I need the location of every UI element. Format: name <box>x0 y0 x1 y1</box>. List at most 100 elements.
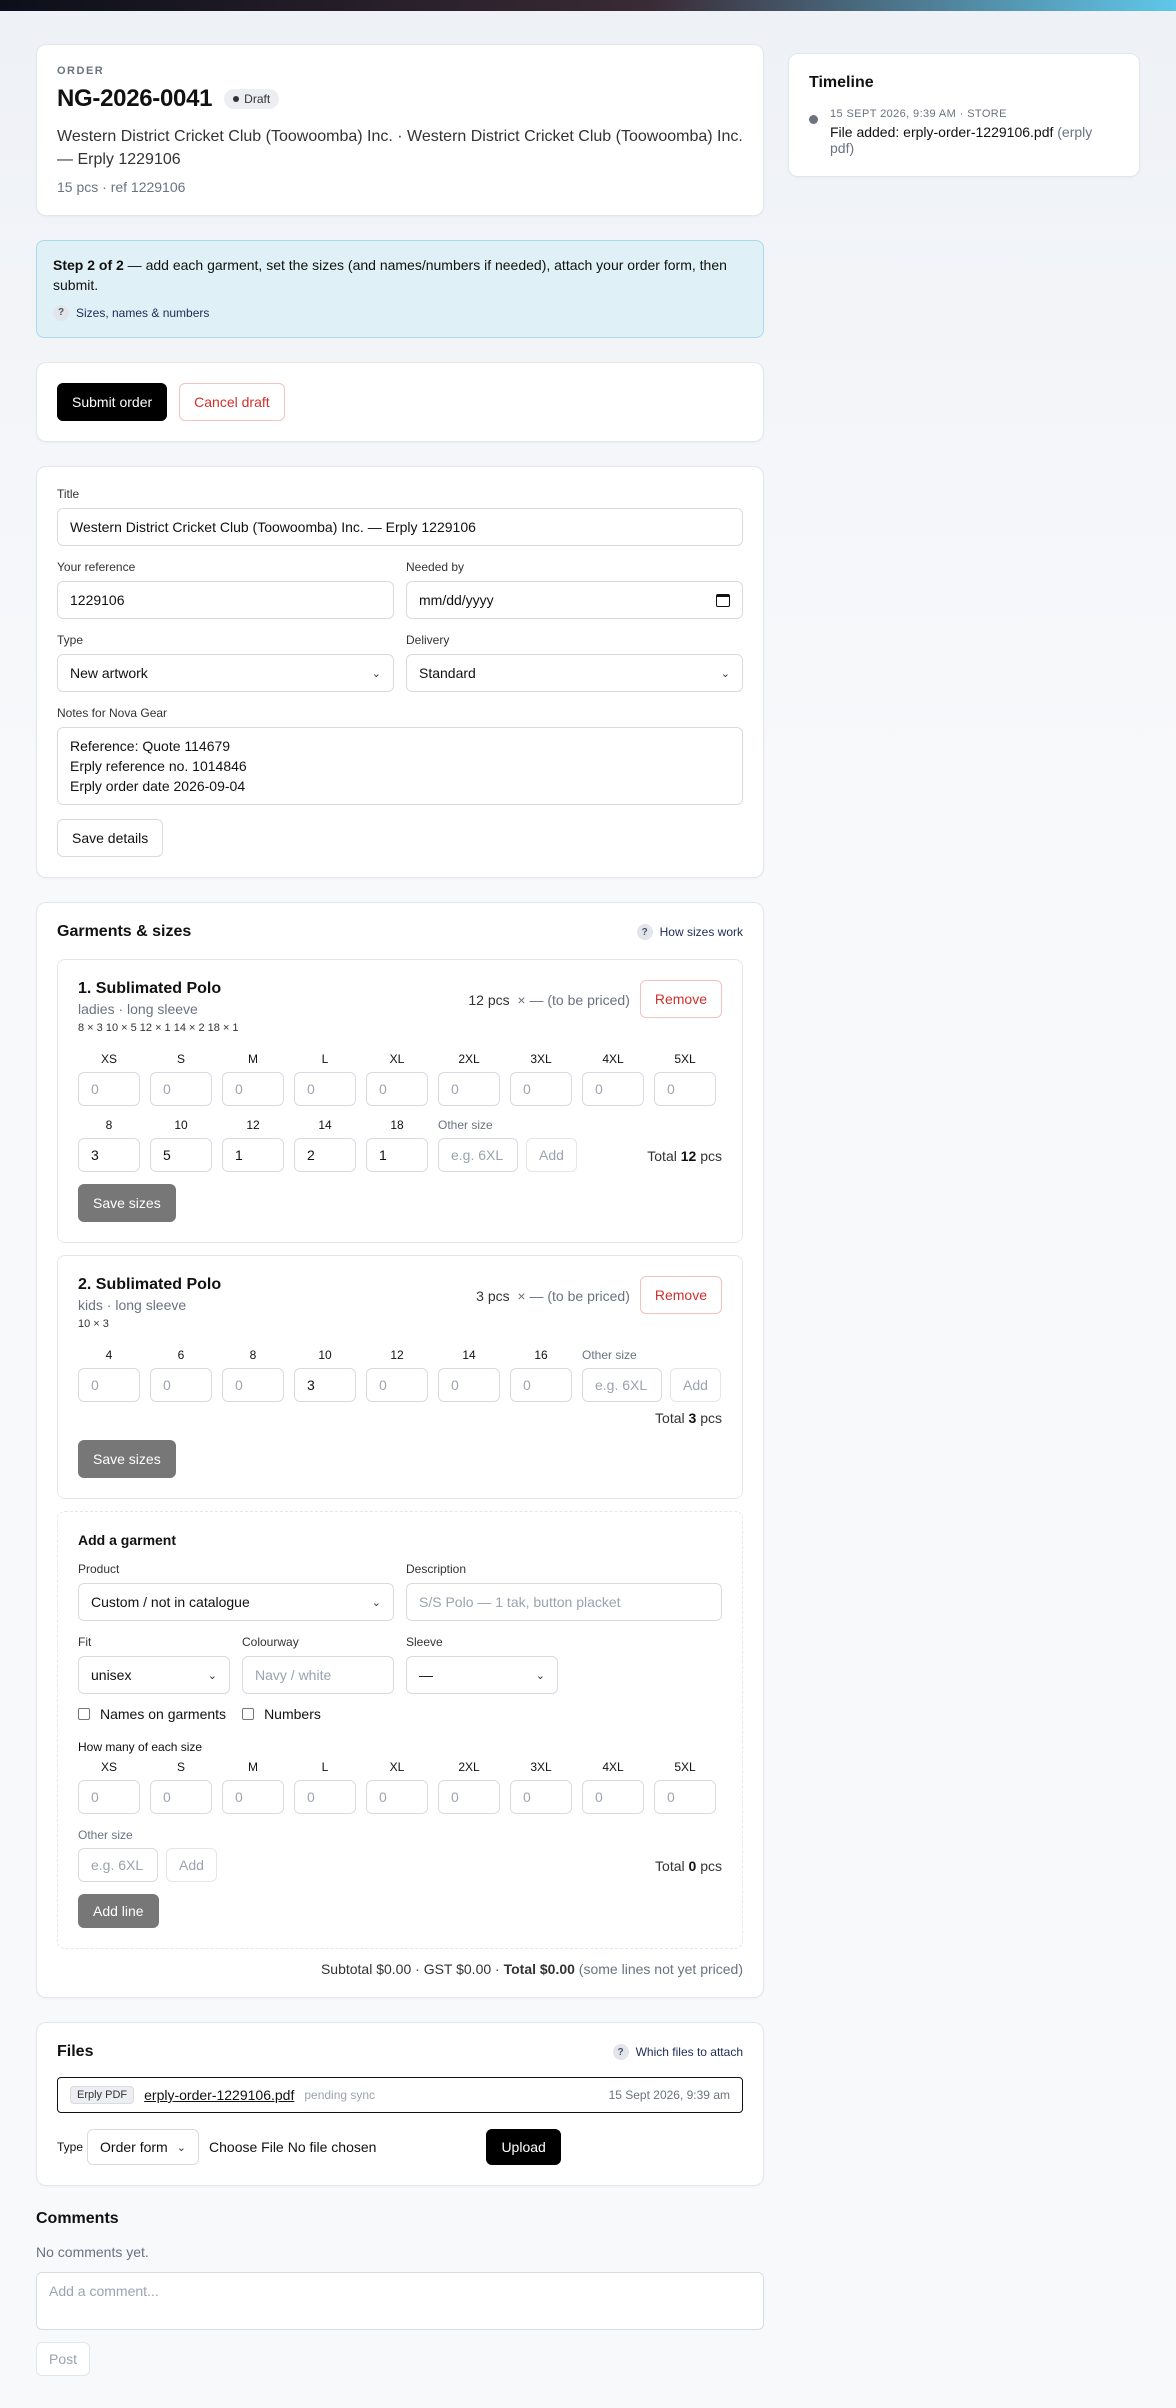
title-input[interactable]: Western District Cricket Club (Toowoomba… <box>57 508 743 546</box>
size-cell: XL 0 <box>366 1760 428 1814</box>
upload-button[interactable]: Upload <box>486 2129 561 2165</box>
total-unit: pcs <box>700 1410 722 1426</box>
which-files-link[interactable]: ? Which files to attach <box>612 2044 743 2060</box>
product-select[interactable]: Custom / not in catalogue ⌄ <box>78 1583 394 1621</box>
size-quantity-input[interactable]: 0 <box>366 1780 428 1814</box>
size-quantity-input[interactable]: 2 <box>294 1138 356 1172</box>
size-quantity-input[interactable]: 0 <box>582 1072 644 1106</box>
fit-select-value: unisex <box>91 1667 132 1683</box>
size-quantity-input[interactable]: 0 <box>366 1072 428 1106</box>
size-cell: 14 0 <box>438 1348 500 1402</box>
chevron-down-icon: ⌄ <box>176 2141 187 2154</box>
size-cell: 2XL 0 <box>438 1052 500 1106</box>
post-comment-button[interactable]: Post <box>36 2342 91 2376</box>
garment-line-card: 2. Sublimated Polo kids · long sleeve 10… <box>57 1255 743 1499</box>
save-sizes-button[interactable]: Save sizes <box>78 1440 176 1478</box>
size-quantity-input[interactable]: 0 <box>510 1072 572 1106</box>
step-bold: Step 2 of 2 <box>53 257 124 273</box>
size-quantity-input[interactable]: 0 <box>582 1780 644 1814</box>
type-select-value: New artwork <box>70 665 148 681</box>
other-size-input[interactable]: e.g. 6XL <box>438 1138 518 1172</box>
reference-input[interactable]: 1229106 <box>57 581 394 619</box>
names-checkbox-label[interactable]: Names on garments <box>100 1706 226 1722</box>
how-sizes-work-link[interactable]: ? How sizes work <box>636 924 743 940</box>
size-quantity-input[interactable]: 3 <box>294 1368 356 1402</box>
notes-textarea[interactable]: Reference: Quote 114679 Erply reference … <box>57 727 743 805</box>
type-select[interactable]: New artwork ⌄ <box>57 654 394 692</box>
reference-label: Your reference <box>57 560 136 574</box>
size-quantity-input[interactable]: 0 <box>654 1780 716 1814</box>
size-quantity-input[interactable]: 0 <box>150 1780 212 1814</box>
order-totals: Subtotal $0.00 · GST $0.00 · Total $0.00… <box>57 1961 743 1977</box>
size-quantity-input[interactable]: 1 <box>222 1138 284 1172</box>
size-quantity-input[interactable]: 0 <box>222 1780 284 1814</box>
size-quantity-input[interactable]: 0 <box>222 1368 284 1402</box>
comments-section: Comments No comments yet. Add a comment.… <box>36 2210 764 2376</box>
needed-by-placeholder: mm/dd/yyyy <box>419 592 494 608</box>
total-value: 12 <box>680 1148 697 1164</box>
size-quantity-input[interactable]: 0 <box>510 1780 572 1814</box>
garment-quantity: 12 pcs × — (to be priced) <box>468 992 629 1008</box>
remove-garment-button[interactable]: Remove <box>639 980 722 1018</box>
size-quantity-input[interactable]: 0 <box>438 1780 500 1814</box>
total-value: 3 <box>688 1410 697 1426</box>
needed-by-date-input[interactable]: mm/dd/yyyy <box>406 581 743 619</box>
size-quantity-input[interactable]: 0 <box>78 1072 140 1106</box>
submit-order-button[interactable]: Submit order <box>57 383 168 421</box>
sizes-help-link[interactable]: ? Sizes, names & numbers <box>53 303 747 323</box>
size-quantity-input[interactable]: 0 <box>150 1072 212 1106</box>
comment-textarea[interactable]: Add a comment... <box>36 2272 764 2330</box>
sleeve-select[interactable]: — ⌄ <box>406 1656 558 1694</box>
size-quantity-input[interactable]: 3 <box>78 1138 140 1172</box>
size-label: 10 <box>174 1118 188 1132</box>
size-quantity-input[interactable]: 0 <box>654 1072 716 1106</box>
numbers-checkbox-label[interactable]: Numbers <box>264 1706 321 1722</box>
other-size-label: Other size <box>438 1118 493 1132</box>
delivery-select[interactable]: Standard ⌄ <box>406 654 743 692</box>
file-link[interactable]: erply-order-1229106.pdf <box>144 2087 294 2103</box>
calendar-icon[interactable] <box>716 593 730 607</box>
size-label: 12 <box>390 1348 404 1362</box>
fit-select[interactable]: unisex ⌄ <box>78 1656 230 1694</box>
sleeve-label: Sleeve <box>406 1635 443 1649</box>
add-other-size-button[interactable]: Add <box>166 1848 217 1882</box>
size-quantity-input[interactable]: 0 <box>366 1368 428 1402</box>
size-quantity-input[interactable]: 0 <box>438 1072 500 1106</box>
size-quantity-input[interactable]: 0 <box>294 1780 356 1814</box>
save-details-button[interactable]: Save details <box>57 819 164 857</box>
size-cell: 60 <box>150 1348 212 1402</box>
remove-garment-button[interactable]: Remove <box>639 1276 722 1314</box>
choose-file-button[interactable]: Choose File <box>209 2139 284 2155</box>
add-other-size-button[interactable]: Add <box>670 1368 721 1402</box>
size-label: XS <box>100 1052 117 1066</box>
size-quantity-input[interactable]: 0 <box>150 1368 212 1402</box>
file-type-select[interactable]: Order form ⌄ <box>87 2129 200 2165</box>
colourway-input[interactable]: Navy / white <box>242 1656 394 1694</box>
cancel-draft-button[interactable]: Cancel draft <box>179 383 285 421</box>
add-line-button[interactable]: Add line <box>78 1894 159 1928</box>
size-quantity-input[interactable]: 0 <box>78 1780 140 1814</box>
other-size-input[interactable]: e.g. 6XL <box>78 1848 158 1882</box>
actions-card: Submit order Cancel draft <box>36 362 764 442</box>
size-quantity-input[interactable]: 1 <box>366 1138 428 1172</box>
file-sync-status: pending sync <box>304 2088 376 2102</box>
add-other-size-button[interactable]: Add <box>526 1138 577 1172</box>
chevron-down-icon: ⌄ <box>371 667 381 680</box>
numbers-checkbox[interactable] <box>242 1708 255 1720</box>
size-cell: 83 <box>78 1118 140 1172</box>
size-quantity-input[interactable]: 0 <box>78 1368 140 1402</box>
size-quantity-input[interactable]: 5 <box>150 1138 212 1172</box>
description-input[interactable]: S/S Polo — 1 tak, button placket <box>406 1583 722 1621</box>
size-label: 2XL <box>458 1760 480 1774</box>
other-size-input[interactable]: e.g. 6XL <box>582 1368 662 1402</box>
names-checkbox[interactable] <box>78 1708 90 1720</box>
size-quantity-input[interactable]: 0 <box>294 1072 356 1106</box>
save-sizes-button[interactable]: Save sizes <box>78 1184 176 1222</box>
garment-size-summary: 10 × 3 <box>78 1318 109 1330</box>
size-quantity-input[interactable]: 0 <box>510 1368 572 1402</box>
main-column: ORDER NG-2026-0041 Draft Western Distric… <box>36 44 764 2376</box>
size-quantity-input[interactable]: 0 <box>438 1368 500 1402</box>
size-quantity-input[interactable]: 0 <box>222 1072 284 1106</box>
quantity-label: How many of each size <box>78 1740 203 1754</box>
product-select-value: Custom / not in catalogue <box>91 1594 250 1610</box>
